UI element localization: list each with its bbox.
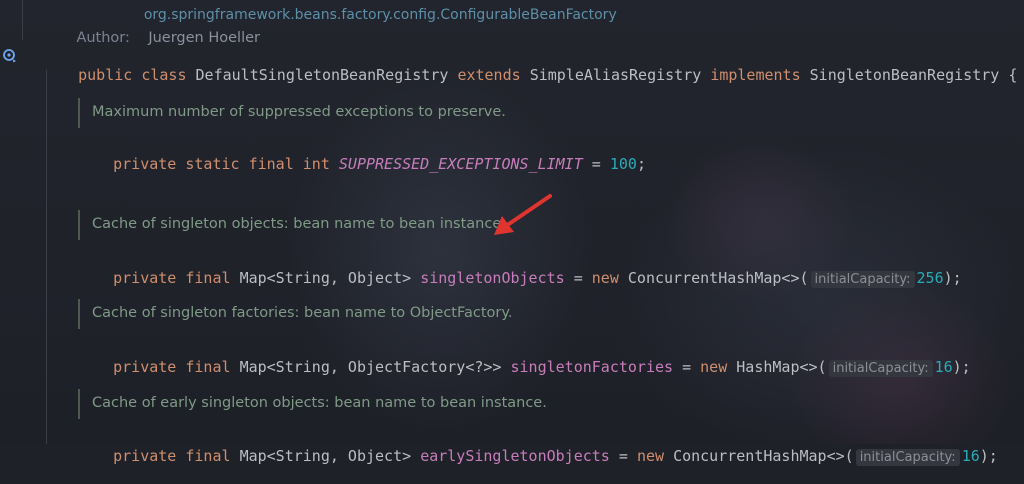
doc-comment-bar bbox=[78, 299, 80, 329]
number-literal: 256 bbox=[916, 269, 944, 287]
class-name[interactable]: DefaultSingletonBeanRegistry bbox=[196, 66, 449, 84]
statement-end: ); bbox=[979, 447, 998, 465]
implemented-interface-icon[interactable] bbox=[2, 48, 18, 64]
code-editor[interactable]: org.springframework.beans.factory.config… bbox=[0, 0, 1024, 466]
doc-comment-bar bbox=[78, 210, 80, 240]
keyword-new: new bbox=[636, 447, 665, 465]
statement-end: ); bbox=[952, 358, 971, 376]
keyword-public: public bbox=[78, 66, 133, 84]
annotation-arrow-icon bbox=[494, 194, 552, 235]
field-declaration[interactable]: private final Map<String, Object> earlyS… bbox=[77, 429, 998, 484]
superclass-name[interactable]: SimpleAliasRegistry bbox=[530, 66, 702, 84]
field-name[interactable]: earlySingletonObjects bbox=[420, 447, 610, 465]
interface-name[interactable]: SingletonBeanRegistry bbox=[810, 66, 1000, 84]
assign-operator: = bbox=[573, 269, 583, 287]
assign-operator: = bbox=[591, 155, 601, 173]
constructor-call[interactable]: ConcurrentHashMap<>( bbox=[628, 269, 809, 287]
open-brace: { bbox=[1008, 66, 1018, 84]
field-type[interactable]: Map<String, ObjectFactory<?>> bbox=[240, 358, 502, 376]
field-modifiers: private final bbox=[113, 447, 231, 465]
assign-operator: = bbox=[682, 358, 692, 376]
author-label: Author: bbox=[76, 30, 130, 46]
author-name: Juergen Hoeller bbox=[148, 30, 260, 46]
class-declaration[interactable]: public class DefaultSingletonBeanRegistr… bbox=[42, 48, 1017, 102]
doc-comment-bar bbox=[78, 98, 80, 128]
keyword-extends: extends bbox=[457, 66, 521, 84]
keyword-new: new bbox=[700, 358, 728, 376]
field-name[interactable]: singletonObjects bbox=[420, 269, 565, 287]
field-declaration[interactable]: private final Map<String, Object> single… bbox=[77, 251, 962, 306]
doc-comment: Maximum number of suppressed exceptions … bbox=[92, 104, 506, 120]
field-modifiers: private static final int bbox=[113, 155, 330, 173]
statement-end: ; bbox=[636, 155, 646, 173]
parameter-hint: initialCapacity: bbox=[810, 271, 915, 288]
constructor-call[interactable]: ConcurrentHashMap<>( bbox=[673, 447, 854, 465]
doc-comment: Cache of singleton factories: bean name … bbox=[92, 305, 513, 321]
doc-comment: Cache of early singleton objects: bean n… bbox=[92, 395, 547, 411]
field-declaration[interactable]: private final Map<String, ObjectFactory<… bbox=[77, 340, 971, 395]
field-name[interactable]: singletonFactories bbox=[511, 358, 674, 376]
field-declaration[interactable]: private static final int SUPPRESSED_EXCE… bbox=[77, 137, 646, 191]
assign-operator: = bbox=[618, 447, 628, 465]
constructor-call[interactable]: HashMap<>( bbox=[736, 358, 826, 376]
field-name[interactable]: SUPPRESSED_EXCEPTIONS_LIMIT bbox=[339, 155, 583, 173]
number-literal: 16 bbox=[934, 358, 953, 376]
statement-end: ); bbox=[943, 269, 962, 287]
keyword-class: class bbox=[141, 66, 187, 84]
field-type[interactable]: Map<String, Object> bbox=[240, 447, 412, 465]
doc-comment: Cache of singleton objects: bean name to… bbox=[92, 216, 506, 232]
number-literal: 16 bbox=[961, 447, 980, 465]
parameter-hint: initialCapacity: bbox=[828, 360, 933, 377]
field-modifiers: private final bbox=[113, 269, 231, 287]
doc-comment-bar bbox=[78, 389, 80, 419]
field-modifiers: private final bbox=[113, 358, 231, 376]
parameter-hint: initialCapacity: bbox=[855, 449, 960, 466]
number-literal: 100 bbox=[609, 155, 637, 173]
keyword-implements: implements bbox=[710, 66, 801, 84]
field-type[interactable]: Map<String, Object> bbox=[240, 269, 412, 287]
keyword-new: new bbox=[591, 269, 619, 287]
